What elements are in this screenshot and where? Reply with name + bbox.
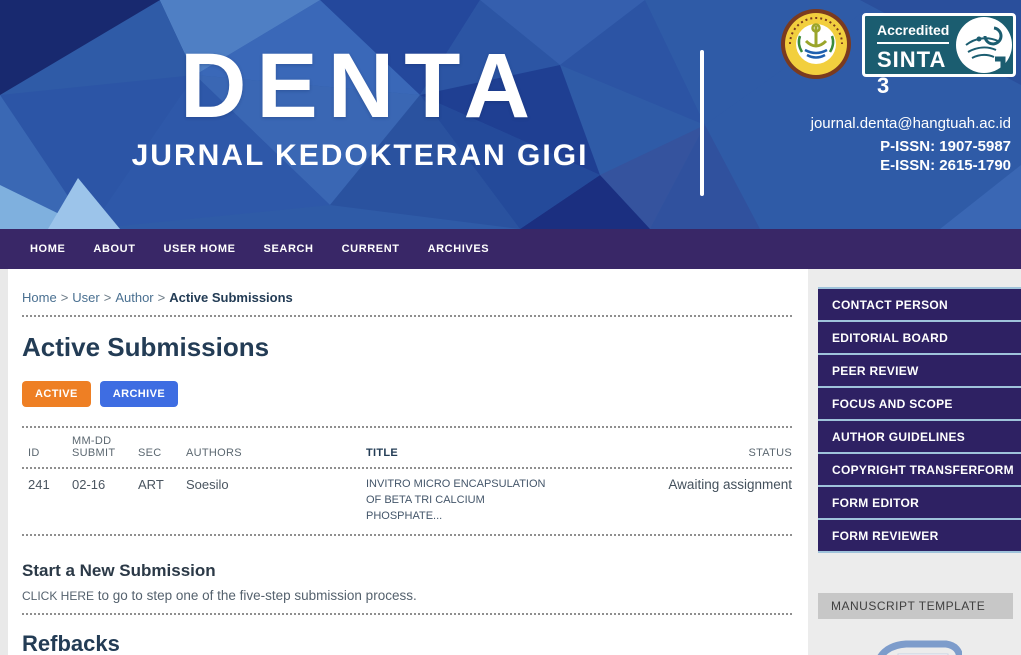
breadcrumb-separator: > (61, 290, 69, 305)
nav-item-home[interactable]: HOME (22, 237, 73, 261)
col-header-id: ID (22, 447, 70, 459)
cell-authors: Soesilo (186, 477, 364, 492)
breadcrumb-separator: > (158, 290, 166, 305)
new-submission-text: to go to step one of the five-step submi… (94, 588, 417, 603)
col-header-sec: SEC (138, 447, 184, 459)
sidebar-item-author-guidelines[interactable]: AUTHOR GUIDELINES (818, 421, 1021, 454)
right-sidebar: CONTACT PERSON EDITORIAL BOARD PEER REVI… (808, 269, 1021, 655)
breadcrumb-separator: > (104, 290, 112, 305)
breadcrumb-link-author[interactable]: Author (115, 290, 153, 305)
breadcrumb-current-page: Active Submissions (169, 290, 293, 305)
nav-item-about[interactable]: ABOUT (85, 237, 143, 261)
sinta-level-label: SINTA 3 (877, 47, 954, 99)
manuscript-template-icon[interactable] (870, 632, 962, 655)
cell-id: 241 (22, 477, 70, 492)
e-issn: E-ISSN: 2615-1790 (811, 157, 1011, 176)
journal-title: DENTA (110, 38, 610, 135)
submissions-tabs: ACTIVE ARCHIVE (22, 381, 792, 407)
breadcrumb-link-user[interactable]: User (72, 290, 99, 305)
main-content: Home>User>Author>Active Submissions Acti… (8, 269, 808, 655)
sidebar-item-peer-review[interactable]: PEER REVIEW (818, 355, 1021, 388)
header-contact-info: journal.denta@hangtuah.ac.id P-ISSN: 190… (811, 115, 1011, 176)
sidebar-item-focus-and-scope[interactable]: FOCUS AND SCOPE (818, 388, 1021, 421)
p-issn: P-ISSN: 1907-5987 (811, 138, 1011, 157)
cell-status: Awaiting assignment (622, 477, 792, 492)
journal-email: journal.denta@hangtuah.ac.id (811, 115, 1011, 132)
sidebar-item-form-reviewer[interactable]: FORM REVIEWER (818, 520, 1021, 553)
cell-title-link[interactable]: INVITRO MICRO ENCAPSULATION OF BETA TRI … (366, 477, 620, 525)
new-submission-instructions: CLICK HERE to go to step one of the five… (22, 588, 792, 615)
divider (22, 315, 792, 317)
tab-archive[interactable]: ARCHIVE (100, 381, 178, 407)
journal-subtitle: JURNAL KEDOKTERAN GIGI (110, 139, 610, 173)
page-title: Active Submissions (22, 332, 792, 363)
cell-section: ART (138, 477, 184, 492)
header-vertical-divider (700, 50, 704, 196)
breadcrumb: Home>User>Author>Active Submissions (22, 290, 792, 305)
main-navbar: HOME ABOUT USER HOME SEARCH CURRENT ARCH… (0, 229, 1021, 269)
sidebar-nav: CONTACT PERSON EDITORIAL BOARD PEER REVI… (818, 287, 1021, 553)
sinta-accreditation-badge: Accredited SINTA 3 (862, 13, 1016, 77)
breadcrumb-link-home[interactable]: Home (22, 290, 57, 305)
cell-submit-date: 02-16 (72, 477, 136, 492)
accredited-label: Accredited (877, 22, 949, 44)
submissions-table-header: ID MM-DD SUBMIT SEC AUTHORS TITLE STATUS (22, 426, 792, 469)
col-header-title: TITLE (366, 447, 620, 459)
click-here-link[interactable]: CLICK HERE (22, 589, 94, 603)
nav-item-search[interactable]: SEARCH (256, 237, 322, 261)
col-header-status: STATUS (622, 447, 792, 459)
university-logo (780, 8, 852, 80)
refbacks-heading: Refbacks (22, 631, 792, 655)
sidebar-item-copyright-transferform[interactable]: COPYRIGHT TRANSFERFORM (818, 454, 1021, 487)
nav-item-user-home[interactable]: USER HOME (156, 237, 244, 261)
new-submission-heading: Start a New Submission (22, 561, 792, 581)
journal-brand: DENTA JURNAL KEDOKTERAN GIGI (110, 38, 610, 173)
submissions-table: ID MM-DD SUBMIT SEC AUTHORS TITLE STATUS… (22, 426, 792, 536)
sinta-emblem-icon (954, 15, 1014, 75)
sidebar-item-editorial-board[interactable]: EDITORIAL BOARD (818, 322, 1021, 355)
nav-item-current[interactable]: CURRENT (334, 237, 408, 261)
nav-item-archives[interactable]: ARCHIVES (420, 237, 498, 261)
manuscript-template-label: MANUSCRIPT TEMPLATE (818, 593, 1013, 619)
main-layout: Home>User>Author>Active Submissions Acti… (0, 269, 1021, 655)
sidebar-item-contact-person[interactable]: CONTACT PERSON (818, 289, 1021, 322)
col-header-submit: MM-DD SUBMIT (72, 435, 136, 459)
col-header-authors: AUTHORS (186, 447, 364, 459)
sinta-badge-text: Accredited SINTA 3 (865, 16, 954, 74)
table-row: 241 02-16 ART Soesilo INVITRO MICRO ENCA… (22, 469, 792, 536)
tab-active[interactable]: ACTIVE (22, 381, 91, 407)
sidebar-item-form-editor[interactable]: FORM EDITOR (818, 487, 1021, 520)
journal-header-banner: DENTA JURNAL KEDOKTERAN GIGI Accredited … (0, 0, 1021, 229)
